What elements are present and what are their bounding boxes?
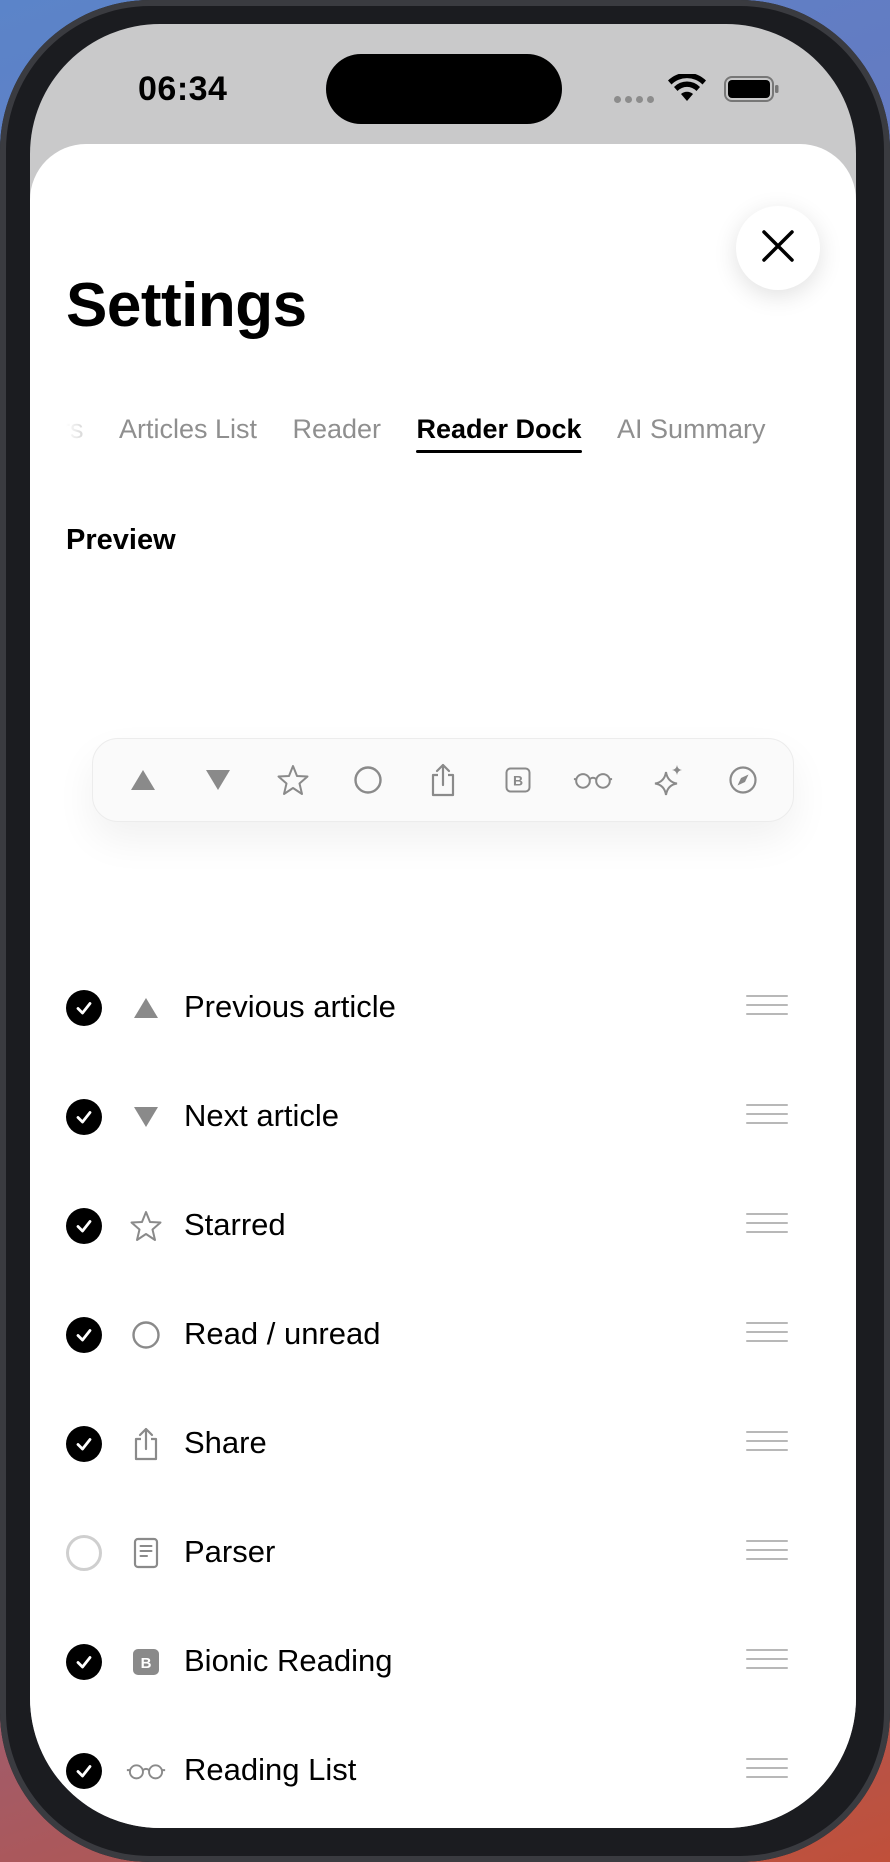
item-label: Starred [184,1207,286,1242]
drag-handle-icon[interactable] [746,1213,788,1240]
settings-sheet: Settings lers Articles List Reader Reade… [30,144,856,1828]
star-icon [273,760,313,800]
triangle-down-icon [126,1097,166,1137]
close-icon [761,229,795,268]
battery-icon [724,76,780,107]
checkmark-toggle[interactable] [66,1644,102,1680]
cellular-signal-icon [614,90,658,108]
tab-reader-dock[interactable]: Reader Dock [416,414,582,457]
circle-icon [126,1315,166,1355]
triangle-up-icon [126,988,166,1028]
bionic-icon: B [498,760,538,800]
checkmark-toggle[interactable] [66,1208,102,1244]
tab-reader[interactable]: Reader [292,414,381,457]
svg-text:B: B [141,1655,152,1672]
item-label: Share [184,1425,267,1460]
status-time: 06:34 [138,70,228,108]
drag-handle-icon[interactable] [746,1540,788,1567]
triangle-down-icon [198,760,238,800]
compass-icon [723,760,763,800]
svg-text:B: B [513,773,523,789]
drag-handle-icon[interactable] [746,1322,788,1349]
item-label: Bionic Reading [184,1643,393,1678]
bionic-icon: B [126,1642,166,1682]
drag-handle-icon[interactable] [746,1649,788,1676]
drag-handle-icon[interactable] [746,1758,788,1785]
item-label: Read / unread [184,1316,381,1351]
checkmark-toggle[interactable] [66,1426,102,1462]
tab-ai-summary[interactable]: AI Summary [617,414,766,457]
status-bar: 06:34 [30,24,856,144]
close-button[interactable] [736,206,820,290]
wifi-icon [668,72,706,107]
checkmark-toggle[interactable] [66,990,102,1026]
share-icon [126,1424,166,1464]
tab-bar: lers Articles List Reader Reader Dock AI… [66,414,816,474]
item-label: Previous article [184,989,396,1024]
checkmark-toggle[interactable] [66,1753,102,1789]
document-icon [126,1533,166,1573]
tab-articles-list[interactable]: Articles List [119,414,257,457]
reader-dock-preview: B [92,738,794,822]
glasses-icon [573,760,613,800]
screen: 06:34 Settings s Articles List Reader Re… [30,24,856,1828]
drag-handle-icon[interactable] [746,1431,788,1458]
checkmark-toggle[interactable] [66,1099,102,1135]
star-icon [126,1206,166,1246]
item-label: Reading List [184,1752,357,1787]
glasses-icon [126,1751,166,1791]
share-icon [423,760,463,800]
drag-handle-icon[interactable] [746,1104,788,1131]
triangle-up-icon [123,760,163,800]
item-label: Next article [184,1098,340,1133]
preview-heading: Preview [66,524,176,556]
drag-handle-icon[interactable] [746,995,788,1022]
tab-feeds[interactable]: lers [66,414,84,457]
device-frame: 06:34 Settings s Articles List Reader Re… [0,0,890,1862]
page-title: Settings [66,271,307,340]
dynamic-island [326,54,562,124]
circle-icon [348,760,388,800]
checkmark-toggle[interactable] [66,1317,102,1353]
item-label: Parser [184,1534,276,1569]
checkmark-toggle[interactable] [66,1535,102,1571]
sparkles-icon [648,760,688,800]
